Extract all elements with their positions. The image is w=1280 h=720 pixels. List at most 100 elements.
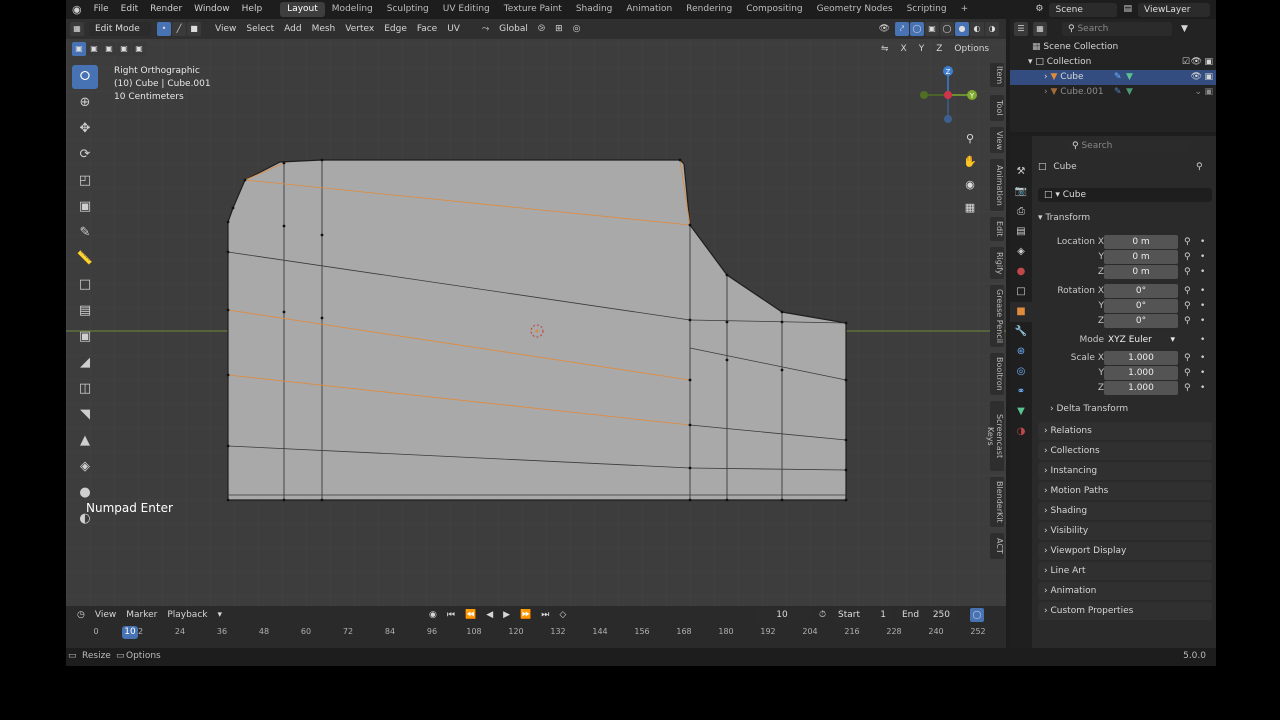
cube-modifier-icon[interactable]: ✎ [1114, 70, 1122, 85]
annotate-tool-icon[interactable]: ✎ [72, 221, 98, 245]
workspace-tab-animation[interactable]: Animation [619, 2, 679, 17]
editor-type-icon[interactable]: ▦ [70, 22, 84, 36]
object-name-field[interactable]: □ ▾ Cube [1038, 188, 1212, 202]
inset-tool-icon[interactable]: ▣ [72, 325, 98, 349]
solid-shading-icon[interactable]: ● [955, 22, 969, 36]
side-tab-edit[interactable]: Edit [990, 217, 1004, 241]
side-tab-booltron[interactable]: Booltron [990, 353, 1004, 395]
outliner-scene-collection[interactable]: ▦ Scene Collection [1010, 40, 1216, 55]
timeline-filter-icon[interactable]: ◯ [970, 608, 984, 622]
transform-orientation-selector[interactable]: Global [494, 22, 533, 36]
rotation-y-keyframe-icon[interactable]: • [1200, 299, 1205, 314]
transform-tool-icon[interactable]: ▣ [72, 195, 98, 219]
overlay-toggle-icon[interactable]: ◯ [910, 22, 924, 36]
modifier-properties-tab-icon[interactable]: 🔧 [1010, 322, 1032, 342]
gizmo-neg-z-axis[interactable] [944, 115, 952, 123]
transform-panel-header[interactable]: ▾ Transform [1038, 213, 1212, 223]
loop-cut-tool-icon[interactable]: ◫ [72, 377, 98, 401]
outliner-editor-icon[interactable]: ☰ [1014, 22, 1028, 36]
zoom-icon[interactable]: ⚲ [962, 127, 978, 150]
location-x-lock-icon[interactable]: ⚲ [1184, 235, 1191, 250]
menu-file[interactable]: File [88, 0, 115, 19]
add-cube-tool-icon[interactable]: □ [72, 273, 98, 297]
cube-mesh-data-icon[interactable]: ▼ [1126, 70, 1133, 85]
gizmo-x-axis[interactable] [944, 91, 952, 99]
viewport-menu-edge[interactable]: Edge [379, 22, 412, 36]
cursor-tool-icon[interactable]: ⊕ [72, 91, 98, 115]
cube-001-modifier-icon[interactable]: ✎ [1114, 85, 1122, 100]
workspace-tab-uv-editing[interactable]: UV Editing [436, 2, 497, 17]
side-tab-view[interactable]: View [990, 127, 1004, 153]
panel-collections[interactable]: › Collections [1038, 442, 1212, 460]
workspace-tab-scripting[interactable]: Scripting [900, 2, 954, 17]
pan-hand-icon[interactable]: ✋ [962, 150, 978, 173]
location-x-keyframe-icon[interactable]: • [1200, 235, 1205, 250]
playhead[interactable]: 10 [122, 626, 138, 639]
snap-icon[interactable]: ⊞ [550, 22, 568, 36]
workspace-tab-rendering[interactable]: Rendering [679, 2, 739, 17]
outliner-item-cube-001[interactable]: › ▼ Cube.001 ✎ ▼ ⌄ ▣ [1010, 85, 1216, 100]
jump-start-icon[interactable]: ⏮ [442, 608, 460, 622]
world-properties-tab-icon[interactable]: ● [1010, 262, 1032, 282]
side-tab-tool[interactable]: Tool [990, 95, 1004, 121]
panel-relations[interactable]: › Relations [1038, 422, 1212, 440]
location-z-keyframe-icon[interactable]: • [1200, 265, 1205, 280]
blender-logo-icon[interactable]: ◉ [66, 0, 88, 19]
start-frame-field[interactable]: Start 1 [832, 608, 892, 622]
viewport-menu-add[interactable]: Add [279, 22, 306, 36]
bevel-tool-icon[interactable]: ◢ [72, 351, 98, 375]
wireframe-shading-icon[interactable]: ◯ [940, 22, 954, 36]
collection-checkbox[interactable]: ☑ [1182, 55, 1190, 70]
panel-line-art[interactable]: › Line Art [1038, 562, 1212, 580]
panel-custom-properties[interactable]: › Custom Properties [1038, 602, 1212, 620]
panel-visibility[interactable]: › Visibility [1038, 522, 1212, 540]
scale-x-keyframe-icon[interactable]: • [1200, 351, 1205, 366]
scale-y-lock-icon[interactable]: ⚲ [1184, 366, 1191, 381]
output-properties-tab-icon[interactable]: ⎙ [1010, 202, 1032, 222]
view-layer-properties-tab-icon[interactable]: ▤ [1010, 222, 1032, 242]
viewport-canvas[interactable] [66, 19, 1006, 606]
side-tab-blenderkit[interactable]: BlenderKit [990, 477, 1004, 527]
outliner-collection[interactable]: ▾ □ Collection ☑ 👁 ▣ [1010, 55, 1216, 70]
workspace-tab-texture-paint[interactable]: Texture Paint [497, 2, 569, 17]
menu-help[interactable]: Help [236, 0, 269, 19]
timeline-menu-marker[interactable]: Marker [121, 608, 162, 622]
collection-properties-tab-icon[interactable]: □ [1010, 282, 1032, 302]
outliner-search-input[interactable]: ⚲ Search [1062, 22, 1172, 36]
viewport-menu-face[interactable]: Face [412, 22, 442, 36]
keying-icon[interactable]: ◇ [554, 608, 571, 622]
cube-001-expand-icon[interactable]: › [1044, 87, 1048, 97]
scale-z-field[interactable]: 1.000 [1104, 381, 1178, 395]
spin-tool-icon[interactable]: ◈ [72, 455, 98, 479]
camera-view-icon[interactable]: ◉ [962, 173, 978, 196]
location-y-keyframe-icon[interactable]: • [1200, 250, 1205, 265]
current-frame-field[interactable]: 10 [754, 608, 810, 622]
location-x-field[interactable]: 0 m [1104, 235, 1178, 249]
render-properties-tab-icon[interactable]: 📷 [1010, 182, 1032, 202]
scale-y-keyframe-icon[interactable]: • [1200, 366, 1205, 381]
rotation-z-lock-icon[interactable]: ⚲ [1184, 314, 1191, 329]
panel-viewport-display[interactable]: › Viewport Display [1038, 542, 1212, 560]
workspace-tab-sculpting[interactable]: Sculpting [380, 2, 436, 17]
delta-transform-subpanel[interactable]: › Delta Transform [1050, 404, 1128, 414]
side-tab-grease-pencil[interactable]: Grease Pencil [990, 285, 1004, 347]
gizmo-toggle-icon[interactable]: ⤤ [895, 22, 909, 36]
3d-viewport[interactable]: ▦ Edit Mode • ╱ ■ View Select Add Mesh V… [66, 19, 1006, 606]
side-tab-screencast-keys[interactable]: Screencast Keys [986, 401, 1004, 471]
workspace-tab-shading[interactable]: Shading [569, 2, 620, 17]
rotation-y-field[interactable]: 0° [1104, 299, 1178, 313]
constraints-properties-tab-icon[interactable]: ⚭ [1010, 382, 1032, 402]
jump-keyframe-back-icon[interactable]: ⏪ [460, 608, 481, 622]
extrude-tool-icon[interactable]: ▤ [72, 299, 98, 323]
cube-render-icon[interactable]: ▣ [1204, 70, 1213, 85]
location-y-field[interactable]: 0 m [1104, 250, 1178, 264]
scene-properties-tab-icon[interactable]: ◈ [1010, 242, 1032, 262]
select-extend-icon[interactable]: ▣ [87, 42, 101, 56]
jump-end-icon[interactable]: ⏭ [536, 608, 554, 622]
rotation-x-field[interactable]: 0° [1104, 284, 1178, 298]
properties-search-input[interactable]: ⚲ Search [1066, 139, 1190, 153]
mirror-x-toggle[interactable]: X [896, 42, 912, 56]
menu-render[interactable]: Render [144, 0, 188, 19]
scale-tool-icon[interactable]: ◰ [72, 169, 98, 193]
rendered-shading-icon[interactable]: ◑ [985, 22, 999, 36]
